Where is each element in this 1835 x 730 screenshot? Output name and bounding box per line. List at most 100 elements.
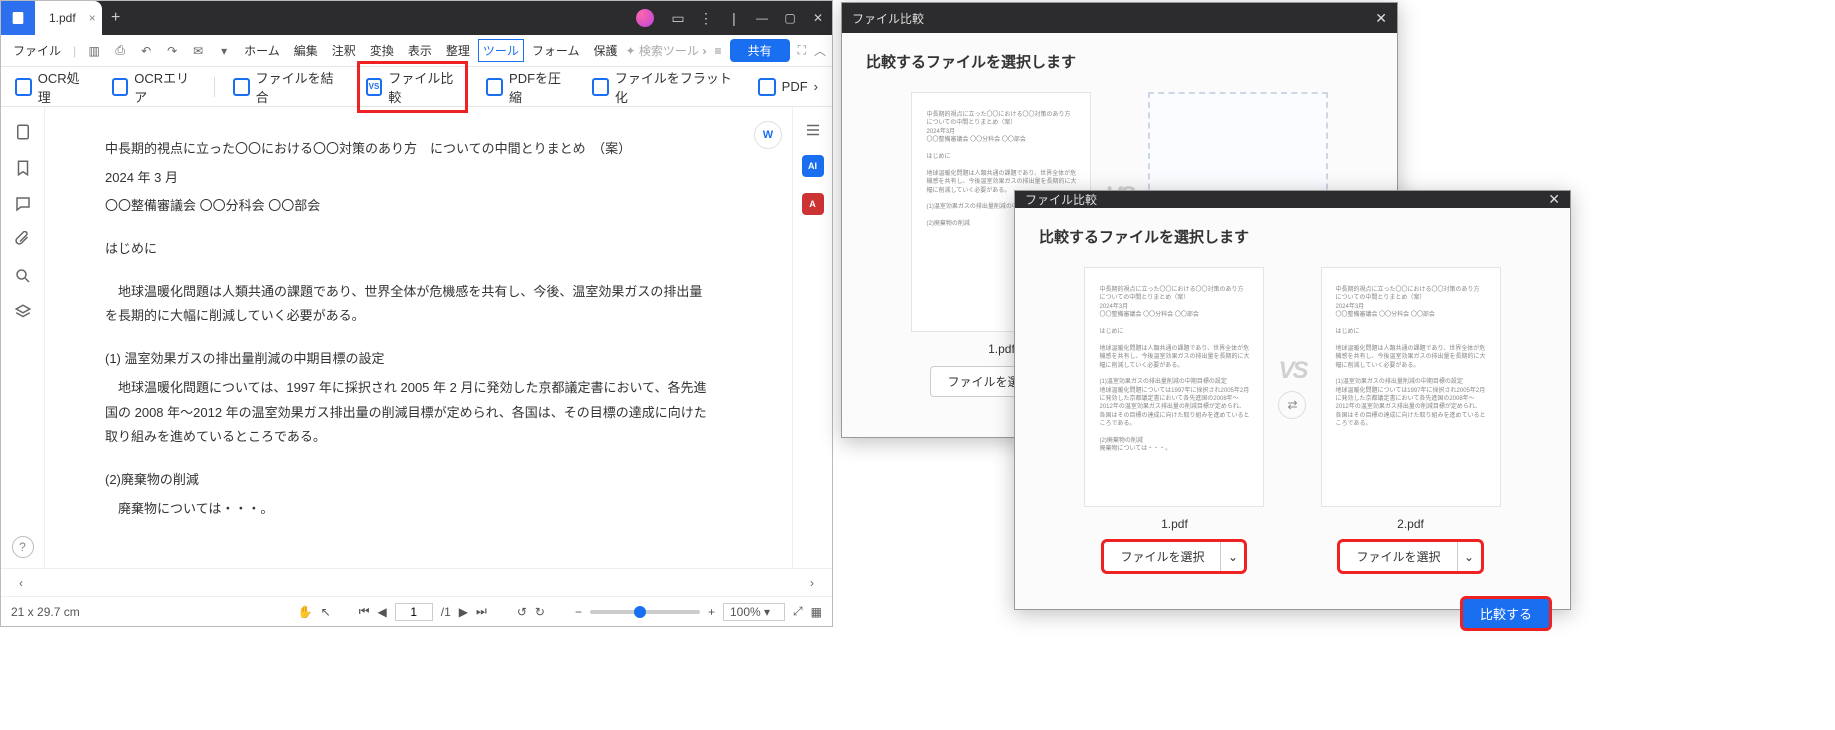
chevron-down-icon[interactable]: ⌄ xyxy=(1457,542,1481,571)
select-file-2-button[interactable]: ファイルを選択 ⌄ xyxy=(1339,541,1481,572)
chevron-right-icon[interactable]: › xyxy=(703,44,707,58)
flatten-icon xyxy=(592,78,609,96)
zoom-in-icon[interactable]: + xyxy=(708,605,715,619)
tab-close-icon[interactable]: × xyxy=(89,11,96,25)
dialog-footer: 比較する xyxy=(1015,588,1570,639)
word-convert-badge[interactable]: W xyxy=(754,121,782,149)
select-tool-icon[interactable]: ↖ xyxy=(321,605,331,619)
layers-icon[interactable] xyxy=(14,303,32,321)
next-page-chevron-icon[interactable]: › xyxy=(802,576,822,590)
swap-files-icon[interactable]: ⇄ xyxy=(1278,391,1306,419)
azure-badge-icon[interactable]: A xyxy=(802,193,824,215)
app-icon xyxy=(1,1,35,35)
page-input[interactable] xyxy=(395,603,433,621)
zoom-select[interactable]: 100% ▾ xyxy=(723,603,785,621)
search-tools-link[interactable]: ✦ 検索ツール xyxy=(626,42,699,59)
dialog-close-icon[interactable]: ✕ xyxy=(1548,191,1560,208)
chevron-down-icon[interactable]: ⌄ xyxy=(1220,542,1244,571)
pdf-more-button[interactable]: PDF› xyxy=(752,74,824,100)
menu-home[interactable]: ホーム xyxy=(238,39,286,62)
first-page-icon[interactable]: ⏮ xyxy=(359,604,370,619)
file-thumbnail-2[interactable]: 中長期的視点に立った〇〇における〇〇対策のあり方 についての中間とりまとめ（案）… xyxy=(1321,267,1501,507)
document-view[interactable]: W 中長期的視点に立った〇〇における〇〇対策のあり方 についての中間とりまとめ … xyxy=(45,107,792,568)
rotate-right-icon[interactable]: ↻ xyxy=(535,605,545,619)
print-icon[interactable]: ⎙ xyxy=(108,43,132,58)
right-sidebar: AI A xyxy=(792,107,832,568)
menu-tools[interactable]: ツール xyxy=(478,39,524,62)
doc-line: 中長期的視点に立った〇〇における〇〇対策のあり方 についての中間とりまとめ （案… xyxy=(105,137,712,162)
file-col-1: 中長期的視点に立った〇〇における〇〇対策のあり方 についての中間とりまとめ（案）… xyxy=(1084,267,1264,572)
doc-line: (1) 温室効果ガスの排出量削減の中期目標の設定 xyxy=(105,347,712,372)
menu-view[interactable]: 表示 xyxy=(402,39,438,62)
collapse-icon[interactable]: ︿ xyxy=(814,42,826,59)
rotate-left-icon[interactable]: ↺ xyxy=(517,605,527,619)
ocr-area-button[interactable]: OCRエリア xyxy=(106,64,202,110)
zoom-slider[interactable] xyxy=(590,610,700,614)
tab-label: 1.pdf xyxy=(49,11,76,25)
merge-icon xyxy=(233,78,250,96)
compress-pdf-button[interactable]: PDFを圧縮 xyxy=(480,64,574,110)
close-button[interactable]: ✕ xyxy=(804,11,832,25)
mail-icon[interactable]: ✉ xyxy=(186,44,210,58)
menu-organize[interactable]: 整理 xyxy=(440,39,476,62)
view-mode-icon[interactable]: ▦ xyxy=(811,605,822,619)
dialog-close-icon[interactable]: ✕ xyxy=(1375,10,1387,27)
divider-icon: | xyxy=(720,10,748,26)
grid-icon xyxy=(758,78,776,96)
merge-files-button[interactable]: ファイルを結合 xyxy=(227,64,345,110)
next-page-icon[interactable]: ▶ xyxy=(459,605,468,619)
doc-line: 〇〇整備審議会 〇〇分科会 〇〇部会 xyxy=(105,194,712,219)
redo-icon[interactable]: ↷ xyxy=(160,44,184,58)
menu-protect[interactable]: 保護 xyxy=(588,39,624,62)
share-button[interactable]: 共有 xyxy=(730,39,790,62)
tab-document[interactable]: 1.pdf × xyxy=(35,1,102,35)
compare-icon xyxy=(366,78,383,96)
ai-badge-icon[interactable]: AI xyxy=(802,155,824,177)
select-file-1-button[interactable]: ファイルを選択 ⌄ xyxy=(1103,541,1245,572)
comment-icon[interactable]: ▭ xyxy=(664,10,692,27)
prev-page-chevron-icon[interactable]: ‹ xyxy=(11,576,31,590)
search-icon[interactable] xyxy=(14,267,32,285)
file-2-name: 2.pdf xyxy=(1397,517,1424,531)
menu-form[interactable]: フォーム xyxy=(526,39,586,62)
tune-icon[interactable]: ≡ xyxy=(715,44,722,58)
file-thumbnail-1[interactable]: 中長期的視点に立った〇〇における〇〇対策のあり方 についての中間とりまとめ（案）… xyxy=(1084,267,1264,507)
settings-icon[interactable] xyxy=(804,121,822,139)
ocr-area-icon xyxy=(112,78,129,96)
flatten-button[interactable]: ファイルをフラット化 xyxy=(586,64,740,110)
bookmark-icon[interactable] xyxy=(14,159,32,177)
fit-icon[interactable]: ⤢ xyxy=(793,604,803,619)
titlebar: 1.pdf × + ▭ ⋮ | — ▢ ✕ xyxy=(1,1,832,35)
attachment-icon[interactable] xyxy=(14,231,32,249)
comment-icon[interactable] xyxy=(14,195,32,213)
compare-files-button[interactable]: ファイル比較 xyxy=(357,61,469,113)
page-thumb-icon[interactable] xyxy=(14,123,32,141)
zoom-out-icon[interactable]: − xyxy=(575,605,582,619)
minimize-button[interactable]: — xyxy=(748,11,776,25)
last-page-icon[interactable]: ⏭ xyxy=(476,604,487,619)
kebab-menu-icon[interactable]: ⋮ xyxy=(692,10,720,27)
save-icon[interactable]: ▥ xyxy=(82,44,106,58)
doc-line: 地球温暖化問題については、1997 年に採択され 2005 年 2 月に発効した… xyxy=(105,376,712,450)
fullscreen-icon[interactable]: ⛶ xyxy=(798,43,806,58)
help-icon[interactable]: ? xyxy=(12,536,34,558)
compare-button[interactable]: 比較する xyxy=(1462,598,1550,629)
zoom-knob[interactable] xyxy=(634,606,646,618)
account-avatar-icon[interactable] xyxy=(636,9,654,27)
ocr-icon xyxy=(15,78,32,96)
prev-page-icon[interactable]: ◀ xyxy=(378,605,387,619)
file-1-name: 1.pdf xyxy=(1161,517,1188,531)
menu-convert[interactable]: 変換 xyxy=(364,39,400,62)
hand-tool-icon[interactable]: ✋ xyxy=(298,605,313,619)
ocr-process-button[interactable]: OCR処理 xyxy=(9,64,94,110)
menu-edit[interactable]: 編集 xyxy=(288,39,324,62)
dropdown-icon[interactable]: ▾ xyxy=(212,44,236,58)
dialog-title: ファイル比較 xyxy=(1025,191,1097,208)
undo-icon[interactable]: ↶ xyxy=(134,44,158,58)
compare-dialog-front: ファイル比較 ✕ 比較するファイルを選択します 中長期的視点に立った〇〇における… xyxy=(1014,190,1571,610)
maximize-button[interactable]: ▢ xyxy=(776,11,804,25)
menu-file[interactable]: ファイル xyxy=(7,42,67,59)
left-sidebar: ? xyxy=(1,107,45,568)
menu-annotate[interactable]: 注釈 xyxy=(326,39,362,62)
new-tab-button[interactable]: + xyxy=(102,9,130,27)
